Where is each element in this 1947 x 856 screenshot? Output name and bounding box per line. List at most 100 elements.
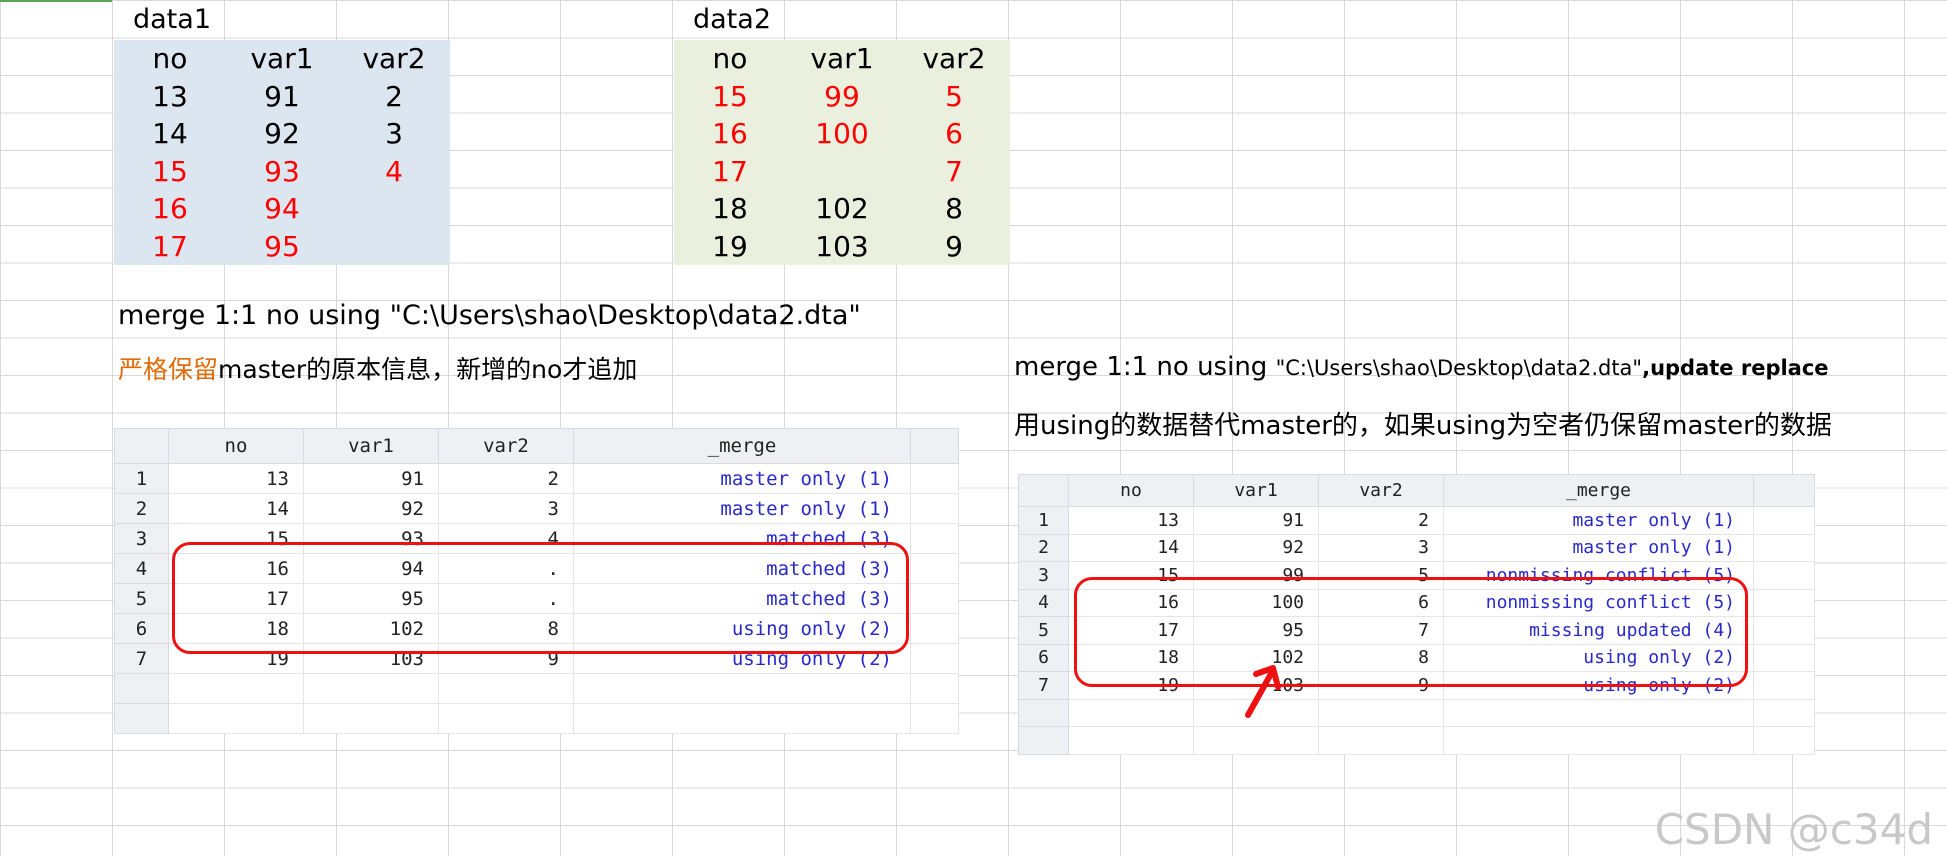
grid-cell-empty <box>1443 726 1754 755</box>
grid-cell-empty <box>1018 726 1069 755</box>
table-cell: 91 <box>264 79 300 113</box>
grid-cell-empty <box>1443 698 1754 727</box>
grid-empty-row <box>114 703 959 734</box>
table-cell: 5 <box>945 79 963 113</box>
grid-cell[interactable]: 13 <box>168 463 304 494</box>
grid-cell[interactable]: 92 <box>1193 533 1319 562</box>
table-cell: 100 <box>815 117 869 151</box>
right-command-prefix: merge 1:1 no using <box>1014 352 1276 382</box>
grid-cell-empty <box>1318 698 1444 727</box>
column-header[interactable]: var2 <box>1318 474 1444 507</box>
row-number[interactable]: 1 <box>1018 506 1069 535</box>
grid-cell-empty <box>1753 643 1815 672</box>
grid-row[interactable]: 2 14 92 3 master only (1) <box>114 493 959 524</box>
left-note-text: master的原本信息，新增的no才追加 <box>218 355 638 384</box>
grid-cell-empty <box>438 673 574 704</box>
grid-cell[interactable]: 92 <box>303 493 439 524</box>
grid-cell[interactable]: 3 <box>438 493 574 524</box>
grid-empty-row <box>1018 726 1815 755</box>
grid-cell-empty <box>1753 671 1815 700</box>
row-number[interactable]: 5 <box>1018 616 1069 645</box>
column-header[interactable]: no <box>1068 474 1194 507</box>
grid-cell-empty <box>168 703 304 734</box>
grid-cell[interactable]: 14 <box>1068 533 1194 562</box>
grid-row[interactable]: 2 14 92 3 master only (1) <box>1018 533 1815 562</box>
table-cell <box>786 153 898 191</box>
grid-cell[interactable]: 13 <box>1068 506 1194 535</box>
grid-cell[interactable]: master only (1) <box>1443 533 1754 562</box>
table-cell: 18 <box>712 192 748 226</box>
grid-cell-empty <box>910 463 959 494</box>
table-cell: 7 <box>945 154 963 188</box>
column-header[interactable]: var1 <box>303 428 439 464</box>
table-row: 17 7 <box>674 153 1010 191</box>
grid-cell[interactable]: 14 <box>168 493 304 524</box>
grid-cell-empty <box>910 493 959 524</box>
row-number[interactable]: 1 <box>114 463 169 494</box>
table-cell: 14 <box>152 117 188 151</box>
row-number[interactable]: 4 <box>114 553 169 584</box>
grid-cell-empty <box>910 703 959 734</box>
grid-cell-empty <box>1753 561 1815 590</box>
grid-cell-empty <box>1753 698 1815 727</box>
selected-cell-marker <box>0 0 112 2</box>
header-cell: var2 <box>362 42 426 76</box>
grid-cell[interactable]: 2 <box>1318 506 1444 535</box>
grid-cell[interactable]: master only (1) <box>1443 506 1754 535</box>
column-header[interactable]: var2 <box>438 428 574 464</box>
table-cell: 6 <box>945 117 963 151</box>
row-number[interactable]: 2 <box>1018 533 1069 562</box>
column-header[interactable]: _merge <box>1443 474 1754 507</box>
row-number[interactable]: 2 <box>114 493 169 524</box>
left-note-highlight: 严格保留 <box>118 355 219 384</box>
grid-cell[interactable]: master only (1) <box>573 463 911 494</box>
data2-title: data2 <box>693 4 771 35</box>
row-number[interactable]: 7 <box>1018 671 1069 700</box>
grid-cell[interactable]: 91 <box>303 463 439 494</box>
row-number[interactable]: 3 <box>1018 561 1069 590</box>
row-number[interactable]: 7 <box>114 643 169 674</box>
left-note: 严格保留master的原本信息，新增的no才追加 <box>118 350 637 386</box>
grid-row[interactable]: 1 13 91 2 master only (1) <box>114 463 959 494</box>
data1-title: data1 <box>133 4 211 35</box>
header-cell: var2 <box>922 42 986 76</box>
grid-cell-empty <box>1753 533 1815 562</box>
column-header[interactable] <box>1018 474 1069 507</box>
table-row: 16 94 <box>114 190 450 228</box>
table-cell <box>338 228 450 266</box>
table-cell: 17 <box>712 154 748 188</box>
column-header-empty <box>910 428 959 464</box>
column-header[interactable]: no <box>168 428 304 464</box>
row-number[interactable]: 3 <box>114 523 169 554</box>
grid-cell-empty <box>1068 698 1194 727</box>
table-cell: 99 <box>824 79 860 113</box>
table-cell: 13 <box>152 79 188 113</box>
row-number[interactable]: 6 <box>1018 643 1069 672</box>
table-cell: 103 <box>815 229 869 263</box>
column-header[interactable]: var1 <box>1193 474 1319 507</box>
grid-cell-empty <box>910 643 959 674</box>
table-row: 13 91 2 <box>114 78 450 116</box>
table-row: 18 102 8 <box>674 190 1010 228</box>
red-arrow-icon <box>1245 665 1281 718</box>
table-cell: 93 <box>264 154 300 188</box>
column-header[interactable] <box>114 428 169 464</box>
table-cell: 9 <box>945 229 963 263</box>
header-cell: var1 <box>810 42 874 76</box>
table-cell: 15 <box>712 79 748 113</box>
table-cell <box>338 190 450 228</box>
left-command: merge 1:1 no using "C:\Users\shao\Deskto… <box>118 300 861 331</box>
table-cell: 17 <box>152 229 188 263</box>
column-header[interactable]: _merge <box>573 428 911 464</box>
grid-cell-empty <box>114 703 169 734</box>
grid-cell[interactable]: 2 <box>438 463 574 494</box>
row-number[interactable]: 6 <box>114 613 169 644</box>
data1-table: no var1 var2 13 91 2 14 92 3 15 93 4 16 94 17 95 <box>114 40 450 265</box>
grid-cell[interactable]: master only (1) <box>573 493 911 524</box>
row-number[interactable]: 5 <box>114 583 169 614</box>
grid-cell[interactable]: 3 <box>1318 533 1444 562</box>
row-number[interactable]: 4 <box>1018 588 1069 617</box>
grid-cell[interactable]: 91 <box>1193 506 1319 535</box>
grid-row[interactable]: 1 13 91 2 master only (1) <box>1018 506 1815 535</box>
header-cell: var1 <box>250 42 314 76</box>
